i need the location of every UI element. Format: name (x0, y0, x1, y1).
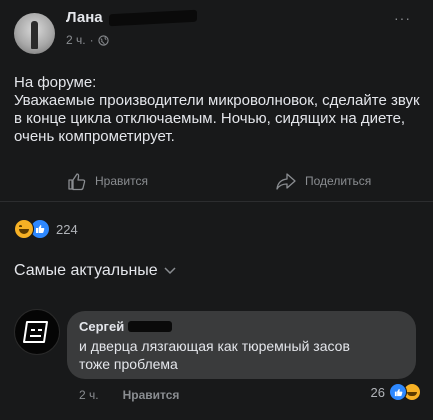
thumbs-up-icon (68, 173, 86, 191)
comment-footer: 2 ч. Нравится (79, 388, 179, 402)
thumb-glyph-icon (394, 388, 402, 396)
post: Лана 2 ч. · ··· На форуме: Уважаемые про… (0, 0, 433, 420)
reactions-summary[interactable]: 224 (14, 219, 78, 239)
share-label: Поделиться (305, 174, 372, 188)
thumb-glyph-icon (36, 225, 45, 233)
comment-reactions[interactable]: 26 (371, 383, 421, 401)
robot-face-icon (23, 321, 48, 343)
post-text: На форуме: Уважаемые производители микро… (14, 74, 420, 145)
comment-sort-dropdown[interactable]: Самые актуальные (14, 262, 176, 280)
post-time[interactable]: 2 ч. (66, 33, 86, 47)
like-label: Нравится (95, 174, 148, 188)
comment-author-row[interactable]: Сергей (79, 319, 173, 334)
chevron-down-icon (164, 267, 176, 275)
redacted-surname (128, 321, 173, 332)
post-actions: Нравится Поделиться (0, 166, 433, 198)
reaction-count: 224 (56, 221, 78, 237)
divider (0, 201, 433, 202)
post-meta: 2 ч. · (66, 33, 109, 47)
share-button[interactable]: Поделиться (275, 171, 371, 191)
author-row[interactable]: Лана (66, 9, 197, 26)
comment-like-button[interactable]: Нравится (123, 388, 180, 402)
comment-author-name[interactable]: Сергей (79, 319, 124, 334)
comment-time[interactable]: 2 ч. (79, 388, 99, 402)
commenter-avatar[interactable] (14, 309, 60, 355)
sort-label: Самые актуальные (14, 262, 158, 279)
globe-icon (97, 34, 109, 46)
redacted-surname (108, 9, 197, 26)
share-icon (276, 173, 296, 190)
comment-text: и дверца лязгающая как тюремный засов то… (79, 338, 350, 372)
comment-reaction-count: 26 (370, 384, 385, 400)
more-options-icon[interactable]: ··· (394, 10, 411, 26)
haha-reaction-icon (14, 219, 34, 239)
avatar-figure (31, 21, 38, 49)
like-reaction-icon (389, 383, 407, 401)
like-button[interactable]: Нравится (67, 171, 148, 191)
author-avatar[interactable] (14, 13, 55, 54)
separator-dot: · (89, 33, 94, 47)
author-name[interactable]: Лана (66, 9, 103, 26)
